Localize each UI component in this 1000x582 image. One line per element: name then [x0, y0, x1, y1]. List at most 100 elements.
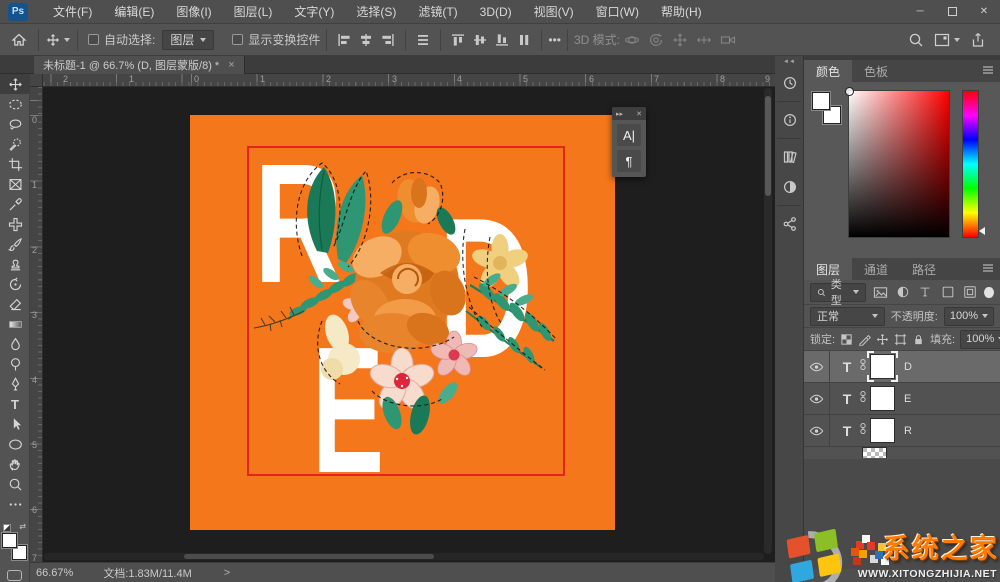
type-tool[interactable]: T [0, 394, 30, 414]
vertical-scrollbar[interactable] [764, 88, 772, 554]
eraser-tool[interactable] [0, 294, 30, 314]
blend-mode-dropdown[interactable]: 正常 [810, 307, 885, 326]
layer-name[interactable]: D [904, 361, 912, 373]
menu-help[interactable]: 帮助(H) [650, 3, 713, 20]
move-tool-preset-button[interactable] [45, 28, 71, 52]
menu-filter[interactable]: 滤镜(T) [407, 3, 468, 20]
align-center-vertical-button[interactable] [473, 33, 487, 47]
expand-panels-icon[interactable]: ◄◄ [775, 56, 803, 68]
align-left-button[interactable] [337, 33, 351, 47]
lock-all-button[interactable] [912, 332, 925, 347]
align-right-button[interactable] [381, 33, 395, 47]
healing-brush-tool[interactable] [0, 214, 30, 234]
eyedropper-tool[interactable] [0, 194, 30, 214]
scrollbar-thumb[interactable] [765, 96, 771, 196]
edit-toolbar-button[interactable] [0, 494, 30, 514]
clone-stamp-tool[interactable] [0, 254, 30, 274]
color-swatches-control[interactable]: ⇄ [2, 524, 28, 560]
foreground-color-swatch[interactable] [2, 533, 17, 548]
default-colors-icon[interactable] [3, 524, 11, 532]
menu-window[interactable]: 窗口(W) [585, 3, 650, 20]
hue-slider[interactable] [962, 90, 979, 238]
hand-tool[interactable] [0, 454, 30, 474]
shape-tool[interactable] [0, 434, 30, 454]
dodge-tool[interactable] [0, 354, 30, 374]
panel-menu-button[interactable] [982, 62, 994, 80]
align-center-horizontal-button[interactable] [359, 33, 373, 47]
frame-tool[interactable] [0, 174, 30, 194]
layer-name[interactable]: E [904, 393, 911, 405]
align-bottom-button[interactable] [495, 33, 509, 47]
filter-type-layers-button[interactable] [917, 283, 933, 302]
menu-select[interactable]: 选择(S) [345, 3, 407, 20]
type-layer-thumbnail[interactable]: T [838, 423, 856, 439]
layer-mask-thumbnail[interactable] [870, 418, 895, 443]
layer-mask-thumbnail[interactable] [870, 386, 895, 411]
adjustments-panel-button[interactable] [775, 172, 804, 202]
search-button[interactable] [908, 32, 924, 48]
layer-mask-thumbnail[interactable] [870, 354, 895, 379]
blur-tool[interactable] [0, 334, 30, 354]
brush-tool[interactable] [0, 234, 30, 254]
3d-camera-button[interactable] [720, 32, 736, 48]
type-layer-thumbnail[interactable]: T [838, 391, 856, 407]
layer-row-e[interactable]: T E [804, 383, 1000, 415]
3d-roll-button[interactable] [648, 32, 664, 48]
hue-slider-marker[interactable] [979, 227, 985, 235]
swap-colors-icon[interactable]: ⇄ [19, 523, 26, 531]
zoom-tool[interactable] [0, 474, 30, 494]
panel-color-swatches[interactable] [812, 92, 842, 124]
character-panel-button[interactable]: A| [617, 124, 641, 146]
auto-select-dropdown[interactable]: 图层 [162, 30, 214, 50]
lock-transparency-button[interactable] [840, 332, 853, 347]
path-selection-tool[interactable] [0, 414, 30, 434]
quick-mask-button[interactable] [7, 570, 22, 581]
show-transform-checkbox[interactable] [232, 34, 243, 45]
3d-orbit-button[interactable] [624, 32, 640, 48]
learn-panel-button[interactable] [775, 105, 804, 135]
libraries-panel-button[interactable] [775, 142, 804, 172]
fill-field[interactable]: 100% [960, 330, 1000, 349]
close-tab-icon[interactable]: × [228, 59, 234, 71]
move-tool[interactable] [0, 74, 30, 94]
layer-visibility-toggle[interactable] [804, 383, 830, 414]
workspace-switcher[interactable] [934, 32, 960, 48]
canvas[interactable]: R D E [190, 115, 615, 530]
filter-adjustment-layers-button[interactable] [895, 283, 911, 302]
lock-pixels-button[interactable] [858, 332, 871, 347]
distribute-vertical-button[interactable] [517, 33, 531, 47]
menu-view[interactable]: 视图(V) [523, 3, 585, 20]
share-button[interactable] [970, 32, 986, 48]
status-expand-arrow[interactable]: > [224, 567, 230, 579]
layer-row-background-partial[interactable] [804, 447, 1000, 459]
menu-file[interactable]: 文件(F) [42, 3, 103, 20]
align-top-button[interactable] [451, 33, 465, 47]
opacity-field[interactable]: 100% [944, 307, 994, 326]
foreground-color-swatch[interactable] [812, 92, 830, 110]
zoom-level-field[interactable]: 66.67% [36, 567, 73, 579]
saturation-brightness-field[interactable] [848, 90, 950, 238]
filter-smart-objects-button[interactable] [962, 283, 978, 302]
home-button[interactable] [6, 28, 32, 52]
layer-name[interactable]: R [904, 425, 912, 437]
quick-selection-tool[interactable] [0, 134, 30, 154]
close-panel-icon[interactable]: ✕ [636, 110, 642, 118]
gradient-tool[interactable] [0, 314, 30, 334]
layer-row-d[interactable]: T D [804, 351, 1000, 383]
horizontal-scrollbar[interactable] [44, 553, 764, 560]
layer-visibility-toggle[interactable] [804, 351, 830, 382]
auto-select-checkbox[interactable] [88, 34, 99, 45]
lock-artboard-button[interactable] [894, 332, 907, 347]
share-panel-button[interactable] [775, 209, 804, 239]
history-brush-tool[interactable] [0, 274, 30, 294]
maximize-button[interactable] [936, 0, 968, 23]
menu-3d[interactable]: 3D(D) [469, 5, 523, 19]
filter-pixel-layers-button[interactable] [872, 283, 888, 302]
minimize-button[interactable]: ─ [904, 0, 936, 23]
type-layer-thumbnail[interactable]: T [838, 359, 856, 375]
tab-paths[interactable]: 路径 [900, 258, 948, 280]
close-button[interactable]: ✕ [968, 0, 1000, 23]
more-options-button[interactable]: ••• [548, 33, 561, 47]
tab-channels[interactable]: 通道 [852, 258, 900, 280]
menu-edit[interactable]: 编辑(E) [103, 3, 165, 20]
